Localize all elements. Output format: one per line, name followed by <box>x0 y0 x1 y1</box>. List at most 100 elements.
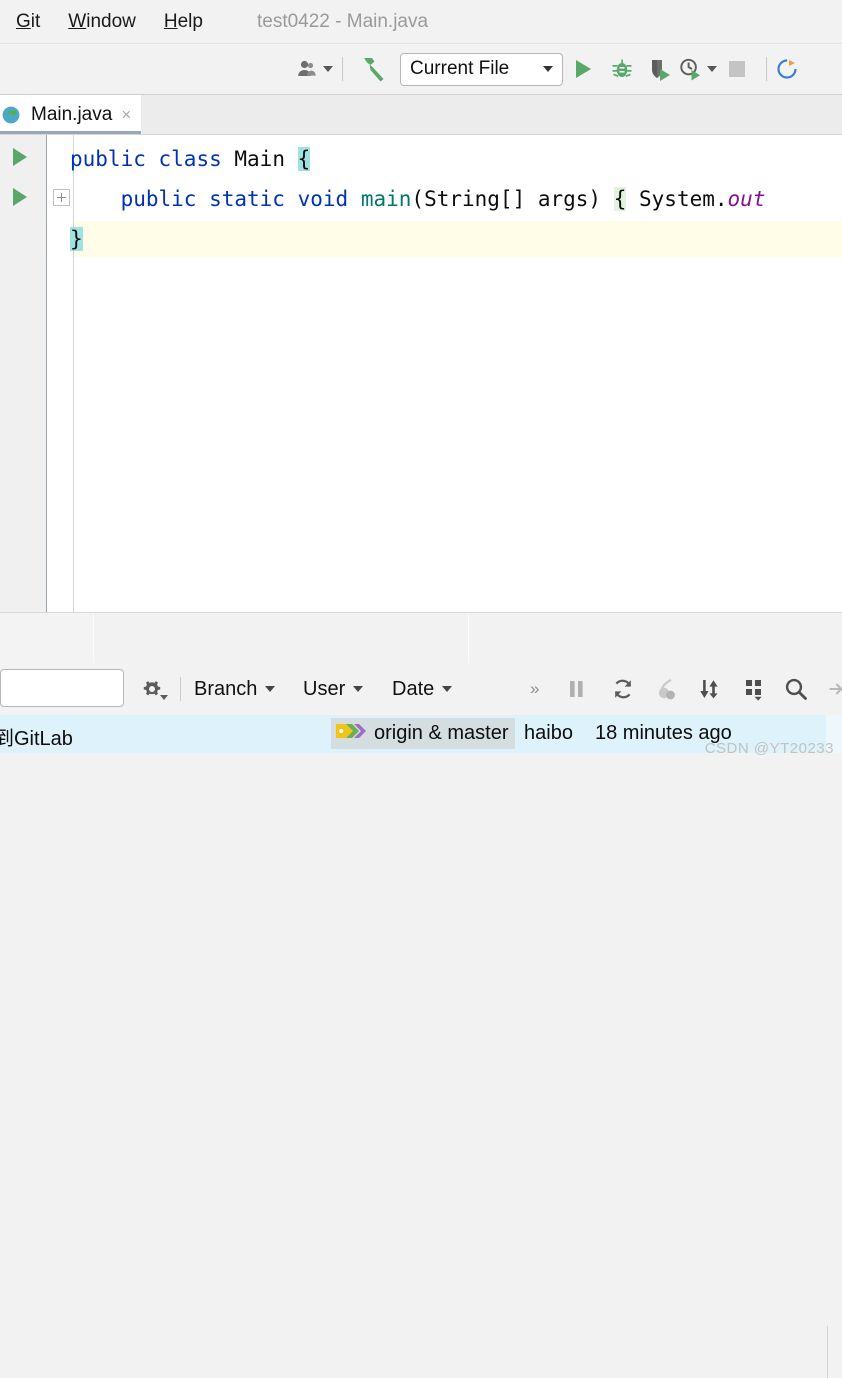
window-title: test0422 - Main.java <box>256 10 429 32</box>
run-configuration-caret-icon <box>543 66 553 72</box>
git-log-search-box[interactable] <box>0 669 124 707</box>
chevron-down-icon <box>265 686 276 692</box>
code-token: public <box>120 187 197 211</box>
editor-tab-main-java[interactable]: Main.java × <box>0 95 141 134</box>
code-token-field: out <box>727 187 766 211</box>
run-with-coverage-button[interactable] <box>641 52 679 86</box>
pause-columns-button[interactable] <box>562 663 592 715</box>
editor-gutter[interactable] <box>0 135 47 612</box>
pause-columns-icon <box>570 681 583 697</box>
menu-item-help-rest: elp <box>177 10 203 32</box>
menu-item-git-rest: it <box>30 10 41 32</box>
code-token-brace: } <box>70 227 83 251</box>
menu-item-window-mnemonic: W <box>68 10 87 32</box>
sort-arrows-button[interactable] <box>694 663 724 715</box>
commit-branch-badge[interactable]: origin & master <box>331 718 515 749</box>
git-log-settings-button[interactable] <box>130 663 174 715</box>
show-as-grid-icon <box>746 680 762 701</box>
git-toolbar-right-divider <box>827 1326 828 1378</box>
git-update-project-icon <box>777 59 797 79</box>
code-token-brace: { <box>613 187 627 211</box>
run-play-icon <box>576 60 591 78</box>
menu-item-window[interactable]: Window <box>56 9 148 35</box>
git-update-project-button[interactable] <box>776 52 800 86</box>
commit-author: haibo <box>524 722 573 744</box>
filter-date-label: Date <box>392 677 435 700</box>
toolbar-separator-1 <box>342 57 343 81</box>
panel-divider[interactable] <box>93 613 94 666</box>
main-toolbar: Current File <box>0 44 842 95</box>
code-line: public class Main { <box>70 141 311 177</box>
filter-branch-label: Branch <box>194 677 258 700</box>
editor-tab-strip: Main.java × <box>0 95 842 135</box>
run-with-coverage-icon <box>652 60 670 81</box>
tab-active-underline <box>0 131 141 134</box>
run-configuration-label: Current File <box>410 58 510 79</box>
code-token: System. <box>626 187 728 211</box>
code-token-brace: { <box>297 147 311 171</box>
git-log-panel-header <box>0 612 842 666</box>
gutter-run-marker[interactable] <box>13 188 27 206</box>
cherry-pick-button[interactable] <box>652 663 682 715</box>
search-button[interactable] <box>780 663 812 715</box>
user-avatar-button[interactable] <box>296 52 333 86</box>
code-token: void <box>297 187 349 211</box>
profile-caret-icon <box>707 66 717 72</box>
editor-tab-label: Main.java <box>31 103 113 125</box>
collapse-arrow-button[interactable] <box>828 663 842 715</box>
menu-bar: Git Window Help test0422 - Main.java <box>0 0 842 44</box>
code-token-method: main <box>360 187 412 211</box>
git-log-column-left <box>0 613 93 666</box>
code-line: public static void main (String[] args) {… <box>70 181 765 217</box>
sort-arrows-icon <box>700 680 718 699</box>
show-as-grid-button[interactable] <box>738 663 772 715</box>
code-token: class <box>158 147 222 171</box>
filter-user-label: User <box>303 677 346 700</box>
search-magnifier-icon <box>785 678 807 700</box>
code-fold-expand-icon[interactable] <box>53 189 70 206</box>
code-line: } <box>70 221 83 257</box>
panel-divider[interactable] <box>468 613 469 666</box>
ide-window: Git Window Help test0422 - Main.java Cur… <box>0 0 842 1378</box>
build-button[interactable] <box>352 52 394 86</box>
menu-item-help[interactable]: Help <box>152 9 215 35</box>
menu-item-window-rest: indow <box>86 10 136 32</box>
commit-message: 到GitLab <box>0 728 73 750</box>
menu-item-help-mnemonic: H <box>163 10 178 32</box>
refresh-icon <box>614 679 632 699</box>
menu-item-git[interactable]: Git <box>4 9 52 35</box>
watermark: CSDN @YT20233 <box>704 740 834 757</box>
close-icon[interactable]: × <box>121 106 131 123</box>
search-input[interactable] <box>1 670 123 706</box>
collapse-arrow-icon <box>829 683 842 695</box>
user-avatar-caret-icon <box>323 66 333 72</box>
filter-date-dropdown[interactable]: Date <box>392 663 453 715</box>
filter-branch-dropdown[interactable]: Branch <box>194 663 276 715</box>
build-hammer-icon <box>364 58 384 82</box>
code-editor[interactable]: public class Main { public static void m… <box>0 135 842 612</box>
git-branch-tags-icon <box>335 721 369 746</box>
refresh-button[interactable] <box>608 663 638 715</box>
toolbar-overflow-chevrons[interactable]: » <box>530 663 539 715</box>
debug-button[interactable] <box>603 52 641 86</box>
git-toolbar-separator <box>180 677 181 701</box>
debug-bug-icon <box>612 59 632 77</box>
menu-item-git-mnemonic: G <box>16 10 31 32</box>
code-token: public <box>70 147 146 171</box>
run-button[interactable] <box>563 52 603 86</box>
stop-button[interactable] <box>717 52 757 86</box>
profile-clock-icon <box>680 58 701 81</box>
gutter-run-marker[interactable] <box>13 148 27 166</box>
profile-button[interactable] <box>679 52 717 86</box>
chevron-down-icon <box>442 686 453 692</box>
run-configuration-selector[interactable]: Current File <box>400 52 563 86</box>
filter-user-dropdown[interactable]: User <box>303 663 364 715</box>
chevron-down-icon <box>353 686 364 692</box>
